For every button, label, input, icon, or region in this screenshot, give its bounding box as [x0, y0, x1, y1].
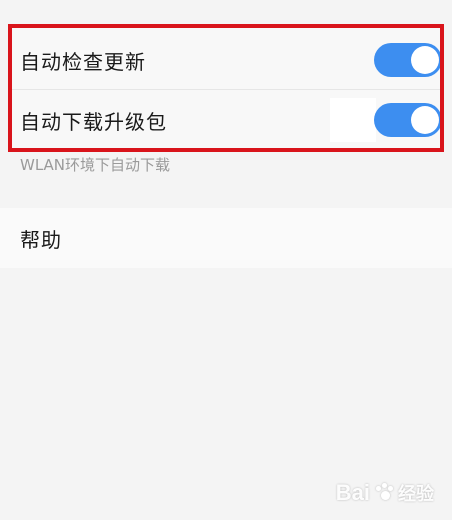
- hint-text: WLAN环境下自动下载: [20, 156, 171, 174]
- help-label: 帮助: [20, 227, 62, 252]
- top-strip: [0, 0, 452, 26]
- watermark: Bai 经验: [336, 480, 434, 506]
- watermark-brand-left: Bai: [335, 480, 370, 505]
- setting-label-auto-download: 自动下载升级包: [20, 109, 167, 134]
- help-row[interactable]: 帮助: [0, 208, 452, 268]
- setting-label-auto-check: 自动检查更新: [20, 49, 146, 74]
- toggle-knob: [411, 106, 439, 134]
- toggle-auto-download[interactable]: [374, 103, 442, 137]
- setting-row-auto-check[interactable]: 自动检查更新: [10, 30, 442, 90]
- toggle-knob: [411, 46, 439, 74]
- paw-icon: [373, 482, 395, 504]
- toggle-auto-check[interactable]: [374, 43, 442, 77]
- watermark-brand-right: 经验: [398, 484, 434, 504]
- settings-group: 自动检查更新 自动下载升级包: [10, 26, 442, 150]
- setting-row-auto-download[interactable]: 自动下载升级包: [10, 90, 442, 150]
